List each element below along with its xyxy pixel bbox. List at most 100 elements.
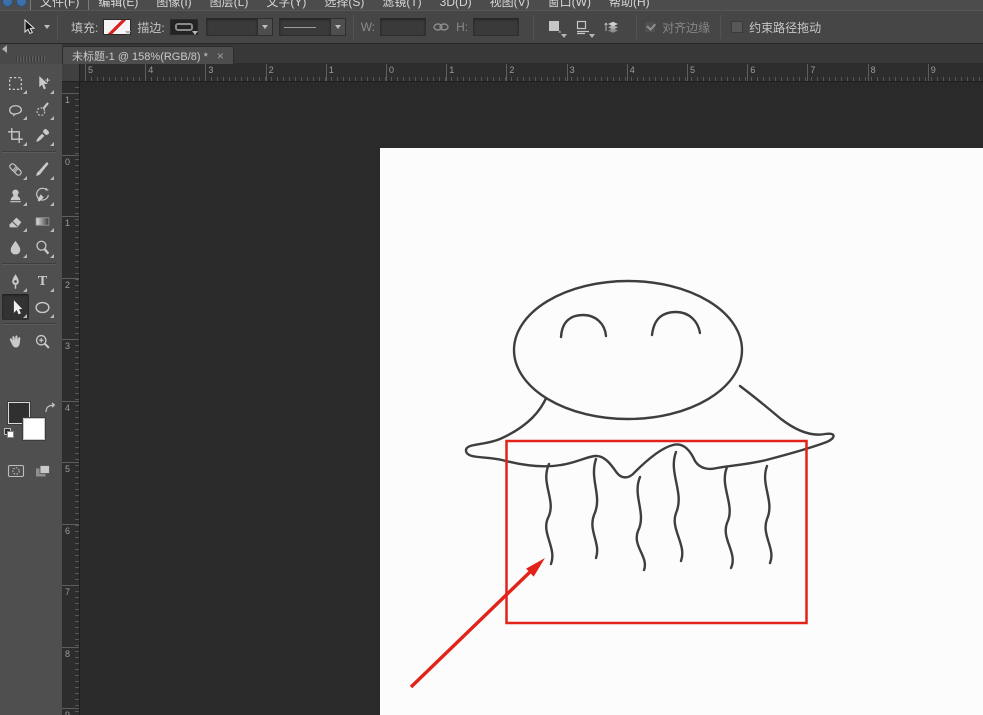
menu-item[interactable]: 编辑(E) bbox=[89, 0, 147, 10]
ruler-label: 4 bbox=[630, 65, 635, 75]
move-tool[interactable] bbox=[29, 70, 56, 96]
background-color-swatch[interactable] bbox=[23, 418, 45, 440]
stroke-ring-icon bbox=[175, 23, 193, 31]
stroke-type-dropdown-button[interactable] bbox=[331, 18, 346, 36]
height-input[interactable] bbox=[473, 18, 519, 36]
dodge-tool[interactable] bbox=[29, 234, 56, 260]
clone-stamp-tool-icon bbox=[7, 187, 24, 204]
menu-item[interactable]: 帮助(H) bbox=[600, 0, 659, 10]
stroke-width-dropdown-button[interactable] bbox=[258, 18, 273, 36]
width-input[interactable] bbox=[380, 18, 426, 36]
stroke-label: 描边: bbox=[137, 19, 164, 36]
ruler-label: 2 bbox=[509, 65, 514, 75]
quick-mask-button[interactable] bbox=[2, 460, 29, 482]
flyout-indicator-icon bbox=[50, 90, 54, 94]
menu-item[interactable]: 滤镜(T) bbox=[373, 0, 430, 10]
vertical-ruler[interactable]: 10123456789 bbox=[62, 82, 80, 715]
path-arrangement-icon[interactable] bbox=[600, 17, 626, 37]
constrain-path-checkbox[interactable] bbox=[731, 21, 743, 33]
menu-item[interactable]: 3D(D) bbox=[431, 0, 481, 10]
ruler-major-tick bbox=[446, 64, 447, 82]
menu-item[interactable]: 选择(S) bbox=[315, 0, 373, 10]
ruler-major-tick bbox=[687, 64, 688, 82]
ruler-major-tick bbox=[62, 339, 80, 340]
separator bbox=[636, 15, 637, 39]
tab-close-icon[interactable]: × bbox=[217, 51, 224, 61]
ruler-label: 3 bbox=[570, 65, 575, 75]
menu-bar: 文件(F)编辑(E)图像(I)图层(L)文字(Y)选择(S)滤镜(T)3D(D)… bbox=[0, 0, 983, 10]
flyout-indicator-icon bbox=[50, 228, 54, 232]
path-selection-tool[interactable] bbox=[2, 294, 29, 320]
ellipse-tool-icon bbox=[34, 299, 51, 316]
tool-divider bbox=[2, 323, 56, 325]
align-edges-checkbox[interactable] bbox=[644, 21, 656, 33]
eraser-tool[interactable] bbox=[2, 208, 29, 234]
rectangular-marquee-tool[interactable] bbox=[2, 70, 29, 96]
toolbar-grip[interactable] bbox=[16, 56, 46, 62]
menu-item[interactable]: 图层(L) bbox=[201, 0, 258, 10]
rectangular-marquee-tool-icon bbox=[7, 75, 24, 92]
path-operations-icon[interactable] bbox=[544, 17, 566, 37]
stroke-swatch[interactable] bbox=[170, 19, 198, 35]
flyout-indicator-icon bbox=[23, 142, 27, 146]
ruler-label: 2 bbox=[65, 280, 70, 290]
menu-item[interactable]: 文字(Y) bbox=[257, 0, 315, 10]
ruler-major-tick bbox=[85, 64, 86, 82]
link-dimensions-icon[interactable] bbox=[430, 17, 452, 37]
horizontal-ruler[interactable]: 543210123456789 bbox=[80, 64, 983, 82]
separator bbox=[533, 15, 534, 39]
pen-tool[interactable] bbox=[2, 268, 29, 294]
history-brush-tool[interactable] bbox=[29, 182, 56, 208]
document-tab-bar: 未标题-1 @ 158%(RGB/8) * × bbox=[0, 44, 983, 64]
eyedropper-tool[interactable] bbox=[29, 122, 56, 148]
path-selection-tool-icon bbox=[7, 299, 24, 316]
ruler-major-tick bbox=[145, 64, 146, 82]
menu-item[interactable]: 图像(I) bbox=[147, 0, 200, 10]
brush-tool-icon bbox=[34, 161, 51, 178]
pasteboard[interactable] bbox=[80, 82, 983, 715]
menu-item[interactable]: 视图(V) bbox=[481, 0, 539, 10]
tool-grid: T bbox=[2, 70, 60, 354]
spot-healing-brush-tool[interactable] bbox=[2, 156, 29, 182]
stroke-width-combo[interactable] bbox=[206, 18, 273, 36]
flyout-indicator-icon bbox=[23, 202, 27, 206]
tool-preset-icon[interactable] bbox=[17, 17, 39, 37]
ruler-major-tick bbox=[807, 64, 808, 82]
tool-preset-caret[interactable] bbox=[44, 25, 50, 29]
document-tab[interactable]: 未标题-1 @ 158%(RGB/8) * × bbox=[62, 46, 234, 64]
separator bbox=[720, 15, 721, 39]
clone-stamp-tool[interactable] bbox=[2, 182, 29, 208]
ruler-corner[interactable] bbox=[62, 64, 80, 82]
stroke-type-combo[interactable] bbox=[279, 18, 346, 36]
constrain-path-option[interactable]: 约束路径拖动 bbox=[731, 19, 821, 36]
align-edges-option[interactable]: 对齐边缘 bbox=[644, 19, 710, 36]
flyout-indicator-icon bbox=[23, 90, 27, 94]
ellipse-tool[interactable] bbox=[29, 294, 56, 320]
blur-tool[interactable] bbox=[2, 234, 29, 260]
ruler-major-tick bbox=[567, 64, 568, 82]
brush-tool[interactable] bbox=[29, 156, 56, 182]
constrain-path-label: 约束路径拖动 bbox=[749, 19, 821, 36]
swap-colors-icon[interactable] bbox=[44, 401, 58, 419]
pen-tool-icon bbox=[7, 273, 24, 290]
lasso-tool[interactable] bbox=[2, 96, 29, 122]
default-colors-icon[interactable] bbox=[4, 428, 15, 439]
screen-mode-button[interactable] bbox=[29, 460, 56, 482]
flyout-indicator-icon bbox=[50, 142, 54, 146]
gradient-tool[interactable] bbox=[29, 208, 56, 234]
fill-swatch[interactable] bbox=[103, 19, 131, 35]
zoom-tool[interactable] bbox=[29, 328, 56, 354]
ruler-label: 3 bbox=[208, 65, 213, 75]
quick-selection-tool[interactable] bbox=[29, 96, 56, 122]
ruler-major-tick bbox=[62, 155, 80, 156]
menu-item[interactable]: 文件(F) bbox=[30, 0, 89, 10]
path-alignment-icon[interactable] bbox=[572, 17, 594, 37]
menu-item[interactable]: 窗口(W) bbox=[539, 0, 600, 10]
crop-tool[interactable] bbox=[2, 122, 29, 148]
width-label: W: bbox=[361, 20, 375, 34]
hand-tool-icon bbox=[7, 333, 24, 350]
document-canvas[interactable] bbox=[80, 82, 983, 715]
collapse-panel-icon[interactable] bbox=[2, 45, 7, 53]
type-tool[interactable]: T bbox=[29, 268, 56, 294]
hand-tool[interactable] bbox=[2, 328, 29, 354]
